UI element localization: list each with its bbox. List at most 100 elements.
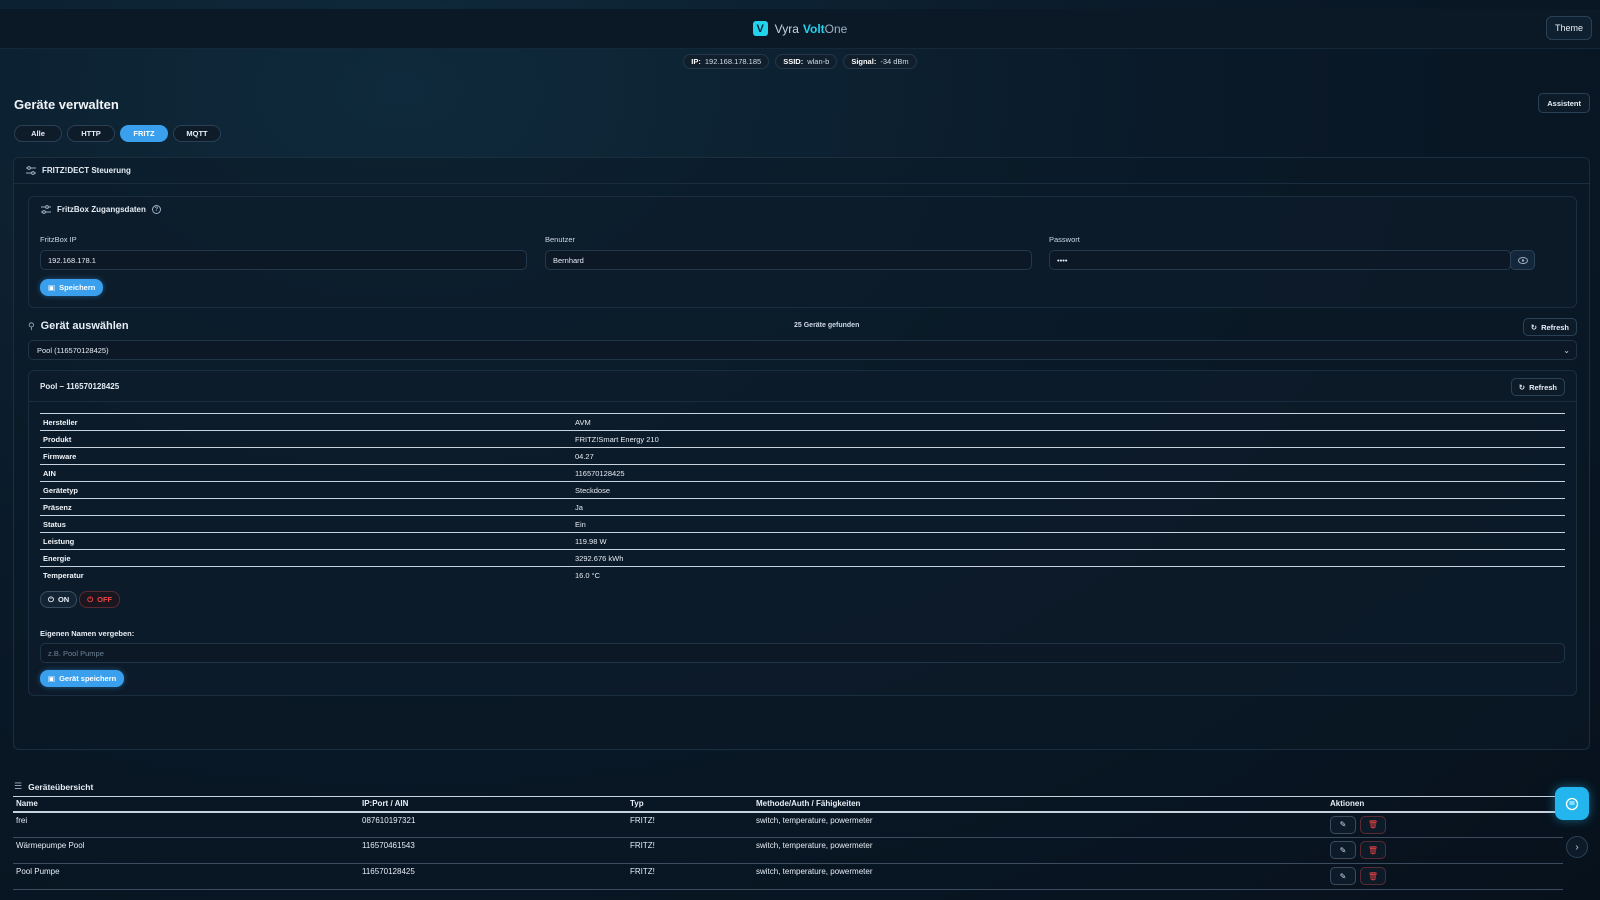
off-label: OFF — [97, 595, 113, 604]
on-button[interactable]: ⏻ ON — [40, 591, 78, 608]
property-key: Produkt — [43, 434, 72, 444]
top-bar: V Vyra VoltOne Theme — [0, 9, 1600, 49]
password-label: Passwort — [1049, 235, 1080, 244]
chevron-right-icon[interactable]: › — [1566, 836, 1588, 858]
property-row: Präsenz Ja — [40, 498, 1565, 516]
property-key: Präsenz — [43, 502, 72, 512]
refresh-detail-button[interactable]: ↻ Refresh — [1510, 378, 1565, 396]
column-name: Name — [13, 796, 359, 813]
devices-found-count: 25 Geräte gefunden — [794, 322, 860, 329]
property-value: 04.27 — [575, 451, 594, 461]
assistant-button[interactable]: Assistent — [1538, 93, 1590, 113]
row-type: FRITZ! — [627, 863, 753, 890]
pencil-icon[interactable]: ✎ — [1330, 815, 1356, 834]
brand-name-part2: Volt — [802, 21, 825, 36]
fritzbox-ip-input[interactable]: 192.168.178.1 — [40, 250, 527, 270]
property-row: Firmware 04.27 — [40, 447, 1565, 465]
user-input[interactable]: Bernhard — [545, 250, 1032, 270]
row-capabilities: switch, temperature, powermeter — [753, 837, 1327, 864]
save-credentials-button[interactable]: ▣ Speichern — [40, 279, 104, 296]
property-key: Firmware — [43, 451, 77, 461]
column-actions: Aktionen — [1327, 796, 1563, 813]
power-icon: ⏻ — [48, 594, 54, 604]
row-capabilities: switch, temperature, powermeter — [753, 863, 1327, 890]
detail-divider — [29, 401, 1576, 402]
device-overview-table: Name IP:Port / AIN Typ Methode/Auth / Fä… — [13, 796, 1563, 890]
signal-value: -34 dBm — [880, 57, 909, 66]
property-row: Leistung 119.98 W — [40, 532, 1565, 550]
device-detail-title: Pool – 116570128425 — [40, 382, 120, 391]
chevron-down-icon: ⌄ — [1563, 345, 1570, 355]
table-row: frei 087610197321 FRITZ! switch, tempera… — [13, 811, 1563, 838]
power-off-icon: ⏻ — [87, 594, 94, 604]
property-key: Leistung — [43, 536, 75, 546]
table-header-row: Name IP:Port / AIN Typ Methode/Auth / Fä… — [13, 796, 1563, 813]
plug-icon: ⚲ — [28, 320, 35, 331]
help-circle-icon[interactable]: ? — [151, 205, 161, 214]
credentials-title: FritzBox Zugangsdaten — [57, 205, 146, 214]
off-button[interactable]: ⏻ OFF — [79, 591, 121, 608]
password-input[interactable]: •••• — [1049, 250, 1511, 270]
theme-button[interactable]: Theme — [1545, 16, 1592, 40]
device-select-dropdown[interactable]: Pool (116570128425) ⌄ — [28, 340, 1577, 360]
property-value: Ein — [575, 519, 586, 529]
property-key: Energie — [43, 553, 71, 563]
trash-icon[interactable]: 🗑 — [1360, 815, 1386, 834]
tab-http[interactable]: HTTP — [67, 125, 115, 142]
property-value: Steckdose — [575, 485, 611, 495]
trash-icon[interactable]: 🗑 — [1360, 841, 1386, 859]
v-logo-icon: V — [752, 21, 768, 36]
eye-icon[interactable] — [1510, 250, 1535, 270]
custom-name-input[interactable]: z.B. Pool Pumpe — [40, 643, 1565, 663]
save-device-label: Gerät speichern — [59, 674, 117, 683]
filter-tabs: Alle HTTP FRITZ MQTT — [14, 125, 221, 142]
row-address: 087610197321 — [359, 811, 627, 838]
on-label: ON — [57, 595, 70, 604]
row-capabilities: switch, temperature, powermeter — [753, 811, 1327, 838]
property-value: 116570128425 — [575, 468, 625, 478]
device-detail-card: Pool – 116570128425 ↻ Refresh Hersteller… — [28, 370, 1577, 696]
row-actions: ✎ 🗑 — [1327, 837, 1563, 864]
fritz-dect-header: FRITZ!DECT Steuerung — [14, 158, 1589, 184]
key-icon — [41, 205, 51, 214]
column-capabilities: Methode/Auth / Fähigkeiten — [753, 796, 1327, 813]
save-device-button[interactable]: ▣ Gerät speichern — [40, 670, 125, 687]
save-icon: ▣ — [48, 674, 56, 683]
signal-chip: Signal: -34 dBm — [843, 54, 917, 69]
overview-header: ☰ Geräteübersicht — [14, 781, 93, 792]
column-type: Typ — [627, 796, 753, 813]
tab-fritz[interactable]: FRITZ — [120, 125, 168, 142]
property-value: Ja — [575, 502, 583, 512]
refresh-icon: ↻ — [1530, 322, 1538, 332]
brand-name-part1: Vyra — [774, 21, 799, 36]
chat-icon[interactable] — [1555, 787, 1589, 820]
fritz-dect-card: FRITZ!DECT Steuerung FritzBox Zugangsdat… — [13, 157, 1590, 750]
power-toggle-group: ⏻ ON ⏻ OFF — [40, 591, 121, 608]
user-label: Benutzer — [545, 235, 576, 244]
property-key: Status — [43, 519, 66, 529]
device-select-value: Pool (116570128425) — [37, 345, 109, 355]
table-row: Pool Pumpe 116570128425 FRITZ! switch, t… — [13, 863, 1563, 890]
ssid-label: SSID: — [783, 57, 804, 66]
tab-mqtt[interactable]: MQTT — [173, 125, 221, 142]
property-value: AVM — [575, 417, 591, 427]
pencil-icon[interactable]: ✎ — [1330, 841, 1356, 859]
table-row: Wärmepumpe Pool 116570461543 FRITZ! swit… — [13, 837, 1563, 864]
property-row: Energie 3292.676 kWh — [40, 549, 1565, 567]
save-credentials-label: Speichern — [59, 283, 96, 292]
refresh-devices-button[interactable]: ↻ Refresh — [1522, 318, 1577, 336]
signal-label: Signal: — [851, 57, 877, 66]
row-type: FRITZ! — [627, 837, 753, 864]
save-icon: ▣ — [48, 283, 56, 292]
pencil-icon[interactable]: ✎ — [1330, 867, 1356, 885]
property-value: 16.0 °C — [575, 570, 601, 580]
ip-value: 192.168.178.185 — [704, 57, 762, 66]
row-actions: ✎ 🗑 — [1327, 863, 1563, 890]
tab-alle[interactable]: Alle — [14, 125, 62, 142]
brand[interactable]: V Vyra VoltOne — [752, 21, 847, 36]
ssid-chip: SSID: wlan-b — [775, 54, 838, 69]
trash-icon[interactable]: 🗑 — [1360, 867, 1386, 885]
refresh-detail-label: Refresh — [1529, 382, 1557, 392]
property-value: 119.98 W — [575, 536, 607, 546]
row-name: Wärmepumpe Pool — [13, 837, 359, 864]
